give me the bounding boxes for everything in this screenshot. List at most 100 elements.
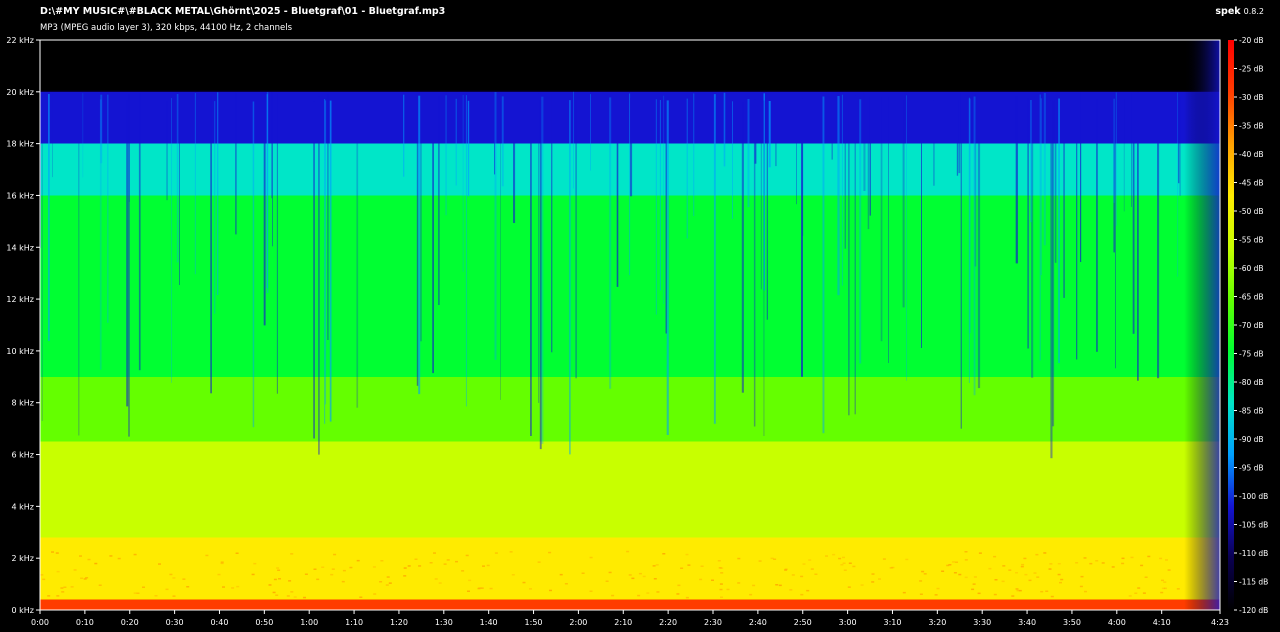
fade-out-region — [1184, 40, 1220, 610]
frequency-axis: 0 kHz 2 kHz 4 kHz 6 kHz 8 kHz 10 kHz 12 kHz 14 … — [6, 36, 40, 615]
spectrum-streak — [921, 98, 922, 348]
spectrum-speckle — [373, 593, 377, 595]
spectrum-speckle — [758, 560, 762, 562]
spectrum-speckle — [919, 593, 923, 595]
spectrum-streak — [1132, 97, 1135, 334]
spectrum-streak — [214, 101, 216, 314]
spectrum-speckle — [70, 586, 74, 588]
spectrum-streak — [538, 93, 540, 403]
spectrum-speckle — [838, 557, 842, 560]
db-tick-label: -35 dB — [1239, 122, 1264, 131]
time-tick-label: 1:00 — [300, 618, 318, 627]
spectrum-streak — [462, 95, 464, 272]
spectrum-speckle — [109, 555, 113, 557]
spectrum-speckle — [802, 563, 806, 565]
spectrum-speckle — [286, 595, 290, 597]
spectrum-speckle — [158, 563, 161, 565]
spectrum-speckle — [276, 567, 280, 569]
spectrum-streak — [1080, 92, 1082, 263]
spectrum-speckle — [843, 569, 847, 571]
spectrum-speckle — [941, 570, 945, 572]
spectrum-speckle — [699, 578, 703, 581]
db-tick-label: -20 dB — [1239, 36, 1264, 45]
spectrum-streak — [420, 97, 422, 342]
spectrum-speckle — [825, 555, 828, 557]
spectrum-speckle — [380, 560, 384, 562]
spectrogram-plot — [40, 40, 1220, 610]
spectrum-speckle — [480, 587, 484, 589]
spectrum-speckle — [726, 588, 730, 591]
db-tick-label: -40 dB — [1239, 150, 1264, 159]
spectrum-streak — [126, 99, 129, 407]
spectrum-speckle — [273, 578, 277, 581]
spectrum-speckle — [293, 596, 297, 598]
spectrum-speckle — [1049, 563, 1053, 565]
spectrum-streak — [869, 96, 871, 216]
spectrum-speckle — [379, 581, 383, 583]
spectrum-speckle — [1050, 595, 1054, 598]
db-colorbar: -20 dB -25 dB -30 dB -35 dB -40 dB -45 dB -50 … — [1228, 36, 1268, 615]
spectrum-streak — [802, 94, 804, 236]
spectrum-speckle — [1057, 563, 1061, 565]
db-tick-label: -100 dB — [1239, 492, 1268, 501]
spectrum-streak — [573, 91, 574, 189]
spectrum-speckle — [268, 584, 272, 586]
spectrum-streak — [1113, 98, 1115, 203]
spectrum-speckle — [236, 585, 240, 588]
spectrum-speckle — [331, 568, 335, 570]
spectrum-streak — [329, 100, 332, 422]
spectrum-speckle — [418, 565, 422, 567]
spectrum-speckle — [429, 562, 433, 564]
spectrum-speckle — [386, 576, 390, 578]
spectrum-streak — [48, 94, 50, 341]
spectrum-speckle — [489, 587, 493, 590]
spectrum-streak — [551, 93, 553, 353]
spectrum-speckle — [1024, 573, 1028, 576]
spectrum-speckle — [1057, 573, 1061, 576]
spectrum-speckle — [509, 551, 513, 553]
spectrum-speckle — [79, 555, 82, 557]
spectrum-streak — [958, 93, 961, 174]
spectrum-speckle — [359, 596, 363, 598]
spectrum-streak — [327, 94, 329, 340]
spectrum-speckle — [172, 595, 176, 597]
time-tick-label: 1:20 — [390, 618, 408, 627]
spectrum-speckle — [56, 570, 60, 573]
spectrum-speckle — [993, 593, 997, 596]
spectrum-streak — [1027, 98, 1029, 349]
spectrum-speckle — [73, 569, 77, 571]
spectrum-speckle — [773, 558, 777, 560]
spectrum-speckle — [494, 552, 498, 554]
spectrum-speckle — [80, 577, 84, 579]
db-tick-label: -115 dB — [1239, 578, 1268, 587]
spectrum-streak — [500, 100, 501, 400]
db-tick-label: -85 dB — [1239, 407, 1264, 416]
frequency-tick-label: 0 kHz — [12, 606, 34, 615]
spectrum-speckle — [433, 552, 436, 554]
spectrum-speckle — [1002, 565, 1006, 567]
spectrum-speckle — [882, 558, 886, 560]
spectrum-speckle — [1028, 579, 1032, 582]
spectrum-speckle — [902, 591, 906, 594]
spectrum-speckle — [333, 553, 337, 556]
spectrum-speckle — [231, 587, 235, 589]
spectrum-streak — [693, 93, 695, 216]
frequency-tick-label: 10 kHz — [6, 347, 34, 356]
spectrum-speckle — [1163, 587, 1167, 590]
spectrum-speckle — [1083, 557, 1087, 559]
spectrum-streak — [956, 100, 959, 176]
spectrum-streak — [438, 95, 440, 306]
spectrum-speckle — [1121, 557, 1125, 560]
db-tick-label: -30 dB — [1239, 93, 1264, 102]
spectrum-speckle — [205, 554, 209, 557]
spectrum-streak — [41, 100, 43, 421]
frequency-tick-label: 18 kHz — [6, 140, 34, 149]
spectrum-speckle — [923, 573, 927, 575]
spectrum-streak — [569, 100, 571, 455]
spectrum-speckle — [1159, 557, 1163, 560]
spectrum-speckle — [778, 584, 782, 587]
time-tick-label: 3:20 — [928, 618, 946, 627]
spectrum-streak — [455, 98, 457, 186]
spectrum-speckle — [342, 569, 346, 572]
spectrum-speckle — [1095, 560, 1099, 562]
